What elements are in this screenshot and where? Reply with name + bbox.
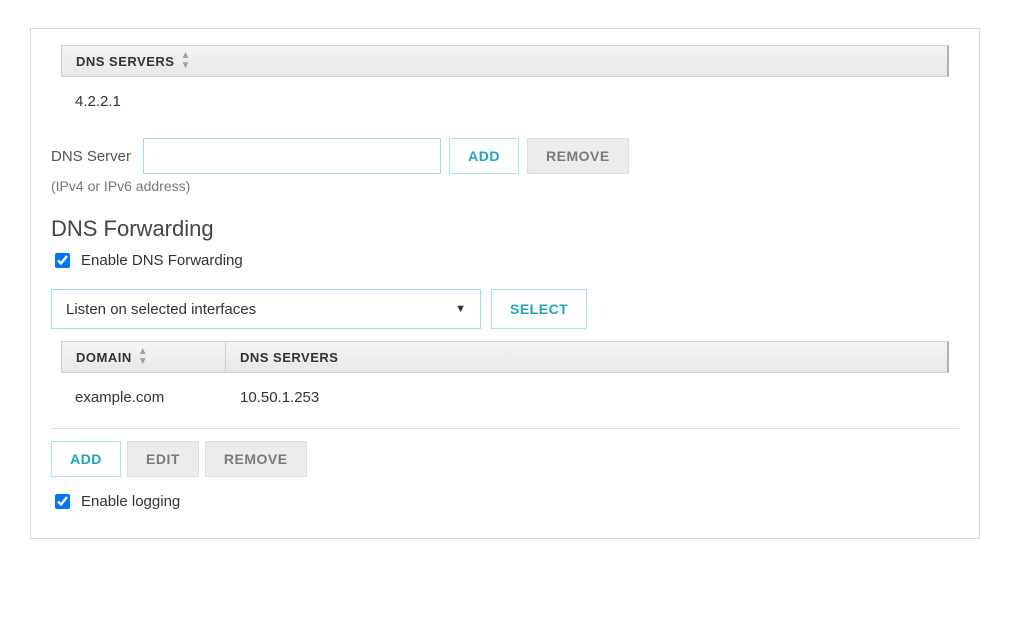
forward-add-button[interactable]: ADD	[51, 441, 121, 477]
listen-interface-select[interactable]: Listen on selected interfaces ▼	[51, 289, 481, 329]
listen-interface-row: Listen on selected interfaces ▼ SELECT	[51, 289, 959, 329]
sort-icon: ▲▼	[180, 51, 190, 71]
sort-icon: ▲▼	[138, 347, 148, 367]
enable-logging-checkbox[interactable]	[55, 494, 70, 509]
forward-header-servers[interactable]: DNS SERVERS	[226, 342, 947, 372]
dns-servers-table-header[interactable]: DNS SERVERS ▲▼	[61, 45, 949, 77]
dns-server-input-label: DNS Server	[51, 148, 131, 165]
enable-dns-forwarding-row[interactable]: Enable DNS Forwarding	[51, 250, 959, 271]
enable-logging-row[interactable]: Enable logging	[51, 491, 959, 512]
forward-header-domain[interactable]: DOMAIN ▲▼	[62, 342, 226, 372]
forward-edit-button[interactable]: EDIT	[127, 441, 199, 477]
forward-domain-value: example.com	[75, 389, 240, 406]
dns-settings-panel: DNS SERVERS ▲▼ 4.2.2.1 DNS Server ADD RE…	[30, 28, 980, 539]
forward-servers-value: 10.50.1.253	[240, 389, 935, 406]
dns-server-add-button[interactable]: ADD	[449, 138, 519, 174]
dns-server-input[interactable]	[143, 138, 441, 174]
forward-table-buttons: ADD EDIT REMOVE	[51, 441, 959, 477]
dns-server-row[interactable]: 4.2.2.1	[61, 83, 949, 122]
forward-table-row[interactable]: example.com 10.50.1.253	[61, 379, 949, 418]
forward-remove-button[interactable]: REMOVE	[205, 441, 307, 477]
divider	[51, 428, 959, 429]
dns-servers-header-label: DNS SERVERS	[76, 54, 174, 69]
dns-server-input-row: DNS Server ADD REMOVE	[51, 138, 959, 174]
listen-interface-selected: Listen on selected interfaces	[66, 301, 256, 318]
enable-dns-forwarding-label: Enable DNS Forwarding	[81, 252, 243, 269]
select-interfaces-button[interactable]: SELECT	[491, 289, 587, 329]
dns-server-remove-button[interactable]: REMOVE	[527, 138, 629, 174]
dns-forwarding-title: DNS Forwarding	[51, 216, 959, 242]
enable-dns-forwarding-checkbox[interactable]	[55, 253, 70, 268]
dns-server-value: 4.2.2.1	[75, 93, 151, 110]
dns-server-input-hint: (IPv4 or IPv6 address)	[51, 178, 959, 194]
chevron-down-icon: ▼	[455, 303, 466, 315]
forward-table-header: DOMAIN ▲▼ DNS SERVERS	[61, 341, 949, 373]
enable-logging-label: Enable logging	[81, 493, 180, 510]
